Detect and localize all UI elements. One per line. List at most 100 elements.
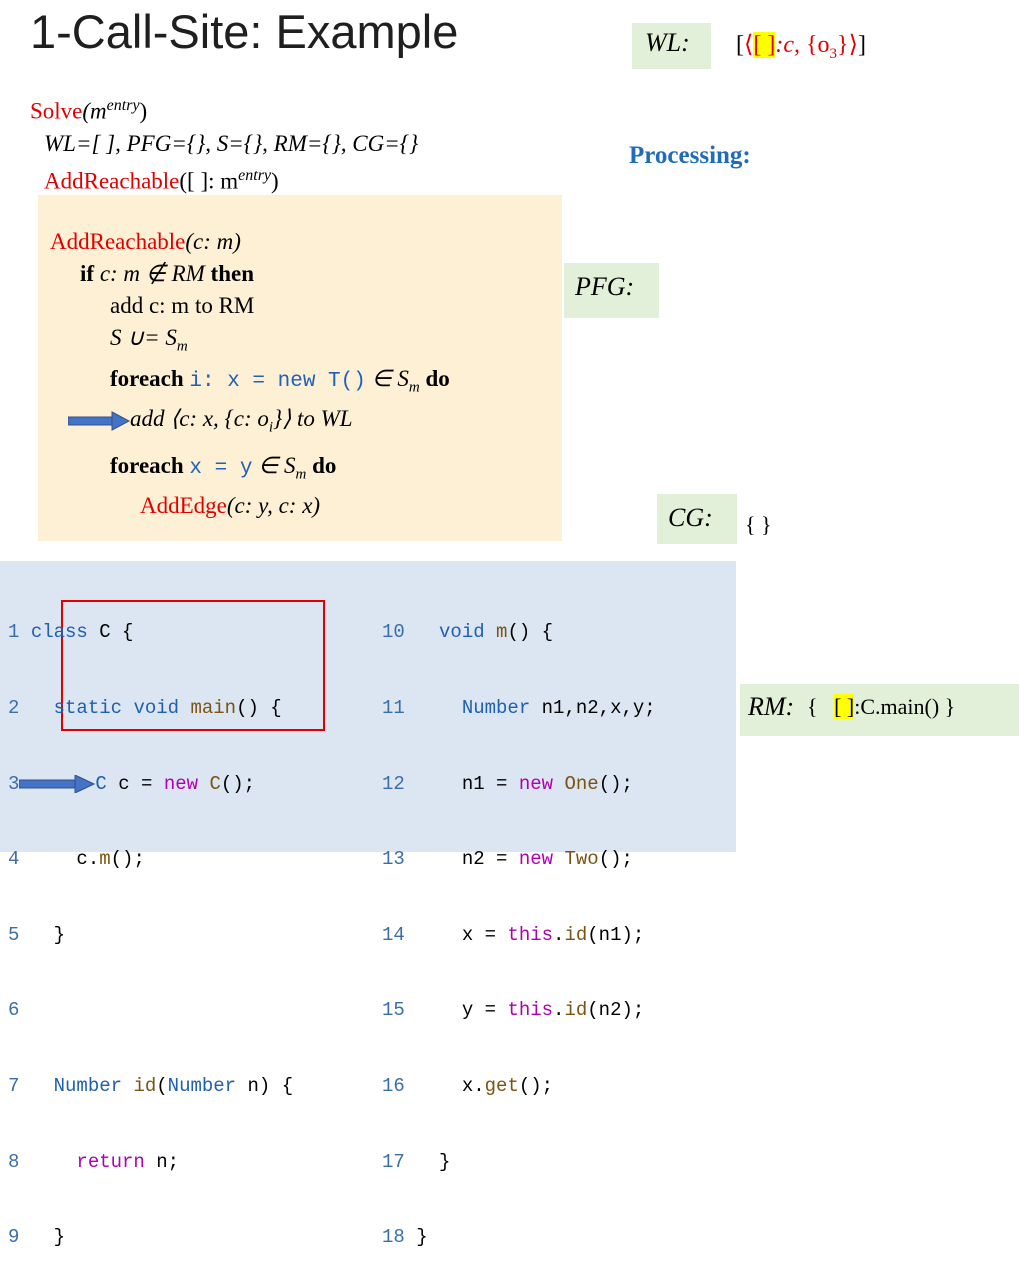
code-line: 2 static void main() { xyxy=(8,697,282,720)
code-line: 4 c.m(); xyxy=(8,848,145,871)
rm-value: { [ ]:C.main() } xyxy=(807,694,955,720)
wl-open-angle: ⟨ xyxy=(744,32,754,58)
processing-heading: Processing: xyxy=(629,142,751,169)
algo-foreach-1: foreach xyxy=(110,365,184,391)
wl-close-bracket: ] xyxy=(857,32,866,58)
solve-fn: Solve xyxy=(30,98,83,124)
wl-context: [ ] xyxy=(753,32,776,58)
rm-close: } xyxy=(944,694,956,719)
code-line: 10 void m() { xyxy=(382,621,554,644)
algo-line3: add c: m to RM xyxy=(110,293,255,318)
code-line: 17 } xyxy=(382,1150,451,1173)
code-line: 14 x = this.id(n1); xyxy=(382,923,645,946)
algo-foreach-2: foreach xyxy=(110,452,184,478)
code-right-column: 10 void m() { 11 Number n1,n2,x,y; 12 n1… xyxy=(382,570,656,1276)
solve-addreachable-fn: AddReachable xyxy=(44,168,180,194)
algo-s-union-sub: m xyxy=(176,338,188,355)
solve-addreachable-close: ) xyxy=(271,168,279,194)
line-number: 15 xyxy=(382,999,405,1022)
code-line: 15 y = this.id(n2); xyxy=(382,999,645,1022)
wl-obj: {o xyxy=(806,32,830,58)
solve-arg: (m xyxy=(82,98,107,124)
solve-block: Solve(mentry) WL=[ ], PFG={}, S={}, RM={… xyxy=(30,90,418,197)
rm-context: [ ] xyxy=(834,694,855,719)
code-line: 6 xyxy=(8,998,293,1023)
algo-line7: foreach x = y ∈ Sm do xyxy=(50,450,450,491)
algo-fn: AddReachable xyxy=(50,229,186,254)
rm-method: :C.main() xyxy=(854,694,940,719)
wl-value: [⟨[ ]:c, {o3}⟩] xyxy=(736,30,866,63)
solve-line3: AddReachable([ ]: mentry) xyxy=(30,160,418,198)
line-number: 12 xyxy=(382,772,405,795)
solve-close: ) xyxy=(139,98,148,124)
algo-if: if xyxy=(80,261,95,286)
algo-addedge-fn: AddEdge xyxy=(140,493,227,519)
algo-in-2-sub: m xyxy=(295,466,307,483)
solve-addreachable-sup: entry xyxy=(238,166,272,184)
algo-in-2: ∈ S xyxy=(252,452,296,478)
algo-add-wl: add ⟨c: x, {c: o xyxy=(130,406,269,432)
algo-line1: AddReachable(c: m) xyxy=(50,226,450,258)
line-number: 18 xyxy=(382,1226,405,1249)
cg-label: CG: xyxy=(668,503,713,532)
algo-s-union: S ∪= S xyxy=(110,325,177,350)
rm-label: RM: xyxy=(748,692,795,721)
code-line: 13 n2 = new Two(); xyxy=(382,848,633,871)
algo-new-stmt: i: x = new T() xyxy=(189,369,366,393)
solve-line1: Solve(mentry) xyxy=(30,90,418,128)
algo-in-1-sub: m xyxy=(408,379,420,396)
wl-var: :c, xyxy=(775,32,807,58)
algo-in-1: ∈ S xyxy=(365,365,409,391)
algorithm-text: AddReachable(c: m) if c: m ∉ RM then add… xyxy=(50,226,450,522)
code-line: 18 } xyxy=(382,1226,428,1249)
code-line: 16 x.get(); xyxy=(382,1075,554,1098)
code-line: 3C c = new C(); xyxy=(8,772,256,795)
line-number: 17 xyxy=(382,1150,405,1173)
algo-line6: add ⟨c: x, {c: oi}⟩ to WL xyxy=(50,403,450,444)
line-number: 14 xyxy=(382,923,405,946)
algo-cond: c: m ∉ RM xyxy=(94,261,211,286)
line-number: 5 xyxy=(8,923,20,946)
algo-then: then xyxy=(210,261,254,286)
algo-assign-stmt: x = y xyxy=(189,456,253,480)
code-line: 11 Number n1,n2,x,y; xyxy=(382,697,656,720)
solve-sup: entry xyxy=(106,97,140,114)
line-number: 2 xyxy=(8,697,20,720)
solve-addreachable-arg: ([ ]: m xyxy=(179,168,239,194)
algo-fn-arg: (c: m) xyxy=(185,229,241,254)
code-line: 7 Number id(Number n) { xyxy=(8,1075,294,1098)
algo-line8: AddEdge(c: y, c: x) xyxy=(50,490,450,522)
solve-line2: WL=[ ], PFG={}, S={}, RM={}, CG={} xyxy=(44,130,419,156)
line-number: 16 xyxy=(382,1075,405,1098)
code-left-column: 1 class C { 2 static void main() { 3C c … xyxy=(8,570,293,1276)
algo-do-1: do xyxy=(419,365,450,391)
wl-close-angle: ⟩ xyxy=(848,32,858,58)
code-line: 5 } xyxy=(8,923,66,946)
algo-line2: if c: m ∉ RM then xyxy=(50,258,450,290)
cg-value: { } xyxy=(745,512,772,537)
wl-label: WL: xyxy=(645,28,690,57)
wl-open-bracket: [ xyxy=(736,32,744,58)
wl-obj-sub: 3 xyxy=(829,45,838,62)
code-line: 9 } xyxy=(8,1226,66,1249)
line-number: 3 xyxy=(8,772,20,795)
code-line: 8 return n; xyxy=(8,1150,180,1173)
line-number: 10 xyxy=(382,621,405,644)
code-line: 12 n1 = new One(); xyxy=(382,772,633,795)
algo-add-wl-end: }⟩ to WL xyxy=(273,406,353,432)
line-number: 7 xyxy=(8,1075,20,1098)
algo-line4: S ∪= Sm xyxy=(50,322,450,363)
rm-open: { xyxy=(807,694,818,719)
page-title: 1-Call-Site: Example xyxy=(30,5,459,58)
algo-addedge-arg: (c: y, c: x) xyxy=(226,493,321,519)
pfg-label: PFG: xyxy=(575,272,635,301)
algo-do-2: do xyxy=(306,452,337,478)
line-number: 1 xyxy=(8,621,20,644)
current-line-arrow-icon xyxy=(18,773,96,794)
code-line: 1 class C { xyxy=(8,621,134,644)
line-number: 6 xyxy=(8,999,20,1022)
line-number: 9 xyxy=(8,1226,20,1249)
line-number: 11 xyxy=(382,697,405,720)
algo-line5: foreach i: x = new T() ∈ Sm do xyxy=(50,363,450,404)
current-step-arrow-icon xyxy=(67,411,131,431)
